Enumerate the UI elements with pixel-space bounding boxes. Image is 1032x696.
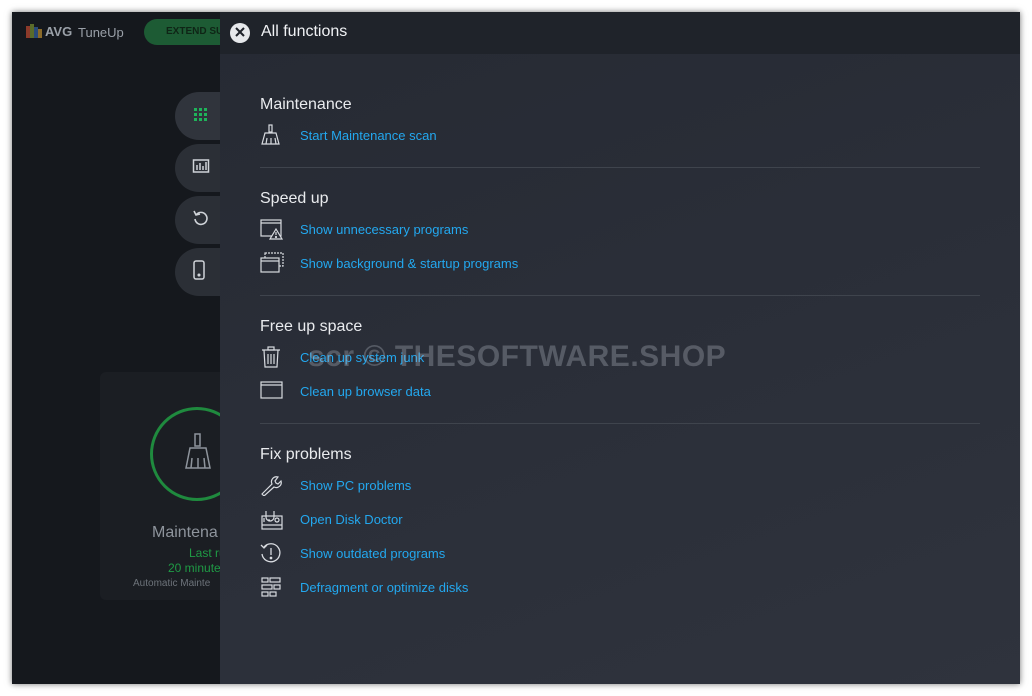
maintenance-card[interactable]: Maintena Last ru 20 minutes Automatic Ma… — [100, 372, 244, 600]
close-button[interactable] — [230, 23, 250, 43]
section-title: Free up space — [260, 318, 363, 335]
broom-icon — [260, 124, 284, 146]
stacked-windows-icon — [260, 252, 284, 274]
grid-icon — [192, 106, 208, 127]
phone-icon — [192, 259, 206, 285]
wrench-icon — [260, 474, 284, 497]
defrag-icon — [260, 576, 284, 598]
window-warning-icon — [260, 218, 284, 240]
item-label: Open Disk Doctor — [300, 512, 403, 527]
item-label: Show background & startup programs — [300, 256, 519, 271]
item-label: Defragment or optimize disks — [300, 580, 469, 595]
maintenance-card-title: Maintena — [152, 524, 218, 541]
browser-window-icon — [260, 380, 284, 402]
avg-logo-icon — [26, 24, 42, 40]
app-window: AVG TuneUp EXTEND SU Maintena Last ru 20… — [12, 12, 1020, 684]
section-title: Fix problems — [260, 446, 352, 463]
outdated-alert-icon — [260, 542, 284, 564]
maintenance-minutes: 20 minutes — [168, 561, 227, 575]
item-label: Show unnecessary programs — [300, 222, 469, 237]
open-disk-doctor-link[interactable]: Open Disk Doctor — [260, 508, 660, 532]
automatic-maintenance-label: Automatic Mainte — [133, 578, 211, 589]
defragment-optimize-disks-link[interactable]: Defragment or optimize disks — [260, 576, 660, 600]
clean-up-browser-data-link[interactable]: Clean up browser data — [260, 380, 660, 404]
section-divider — [260, 423, 980, 424]
undo-icon — [192, 209, 210, 232]
trash-icon — [260, 346, 284, 368]
disk-doctor-icon — [260, 508, 284, 530]
item-label: Show PC problems — [300, 478, 412, 493]
product-name: TuneUp — [78, 25, 124, 40]
start-maintenance-scan-link[interactable]: Start Maintenance scan — [260, 124, 660, 148]
show-background-startup-programs-link[interactable]: Show background & startup programs — [260, 252, 660, 276]
section-title: Speed up — [260, 190, 329, 207]
section-divider — [260, 167, 980, 168]
broom-icon — [180, 432, 216, 477]
chart-icon — [192, 158, 210, 179]
item-label: Start Maintenance scan — [300, 128, 437, 143]
section-divider — [260, 295, 980, 296]
watermark-text: scr © THESOFTWARE.SHOP — [308, 340, 727, 373]
item-label: Clean up browser data — [300, 384, 431, 399]
section-title: Maintenance — [260, 96, 352, 113]
show-outdated-programs-link[interactable]: Show outdated programs — [260, 542, 660, 566]
show-unnecessary-programs-link[interactable]: Show unnecessary programs — [260, 218, 660, 242]
close-icon — [235, 24, 245, 42]
panel-header: All functions — [220, 12, 1020, 54]
brand-name: AVG — [45, 24, 73, 39]
panel-title: All functions — [261, 23, 348, 40]
item-label: Show outdated programs — [300, 546, 446, 561]
show-pc-problems-link[interactable]: Show PC problems — [260, 474, 660, 498]
